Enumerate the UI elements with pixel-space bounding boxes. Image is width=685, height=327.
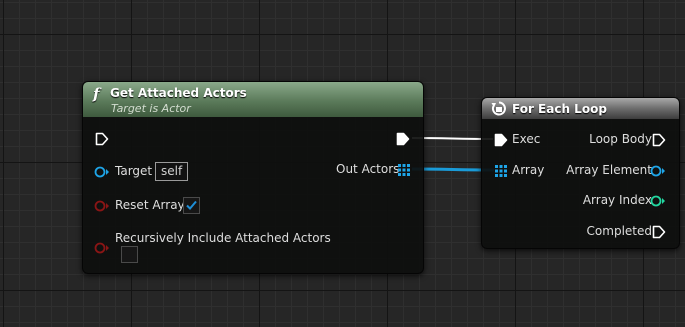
for-each-loop-node[interactable]: For Each Loop Exec Loop Body Array Array…	[481, 97, 680, 249]
node-header[interactable]: f Get Attached Actors Target is Actor	[83, 82, 423, 117]
completed-pin[interactable]	[652, 225, 666, 239]
node-title: Get Attached Actors	[110, 86, 247, 100]
node-title: For Each Loop	[512, 102, 607, 116]
loop-body-label: Loop Body	[589, 132, 652, 146]
exec-in-pin[interactable]	[95, 132, 109, 146]
out-actors-array-pin[interactable]	[398, 164, 410, 176]
target-label: Target	[115, 164, 153, 178]
array-label: Array	[512, 163, 545, 177]
array-element-label: Array Element	[566, 163, 652, 177]
reset-array-checkbox[interactable]	[183, 197, 200, 214]
target-pin[interactable]	[94, 166, 110, 178]
reset-array-pin[interactable]	[94, 200, 110, 212]
checkmark-icon	[186, 200, 197, 210]
array-in-pin[interactable]	[495, 165, 507, 177]
function-icon: f	[93, 85, 100, 103]
macro-icon	[491, 101, 506, 116]
target-self-field[interactable]: self	[155, 162, 189, 181]
blueprint-graph-canvas[interactable]: f Get Attached Actors Target is Actor Ta…	[0, 0, 685, 327]
array-index-pin[interactable]	[650, 195, 666, 207]
node-header[interactable]: For Each Loop	[482, 98, 679, 119]
reset-array-label: Reset Array	[115, 198, 185, 212]
recursive-checkbox[interactable]	[121, 246, 138, 263]
array-index-label: Array Index	[582, 193, 652, 207]
out-actors-label: Out Actors	[336, 162, 400, 176]
completed-label: Completed	[586, 224, 652, 238]
recursive-label: Recursively Include Attached Actors	[115, 231, 331, 245]
recursive-pin[interactable]	[94, 242, 110, 254]
get-attached-actors-node[interactable]: f Get Attached Actors Target is Actor Ta…	[82, 81, 424, 274]
array-element-pin[interactable]	[650, 165, 666, 177]
exec-in-pin[interactable]	[494, 133, 508, 147]
node-subtitle: Target is Actor	[111, 102, 191, 115]
loop-body-pin[interactable]	[652, 133, 666, 147]
exec-label: Exec	[512, 132, 541, 146]
exec-out-pin[interactable]	[396, 132, 410, 146]
